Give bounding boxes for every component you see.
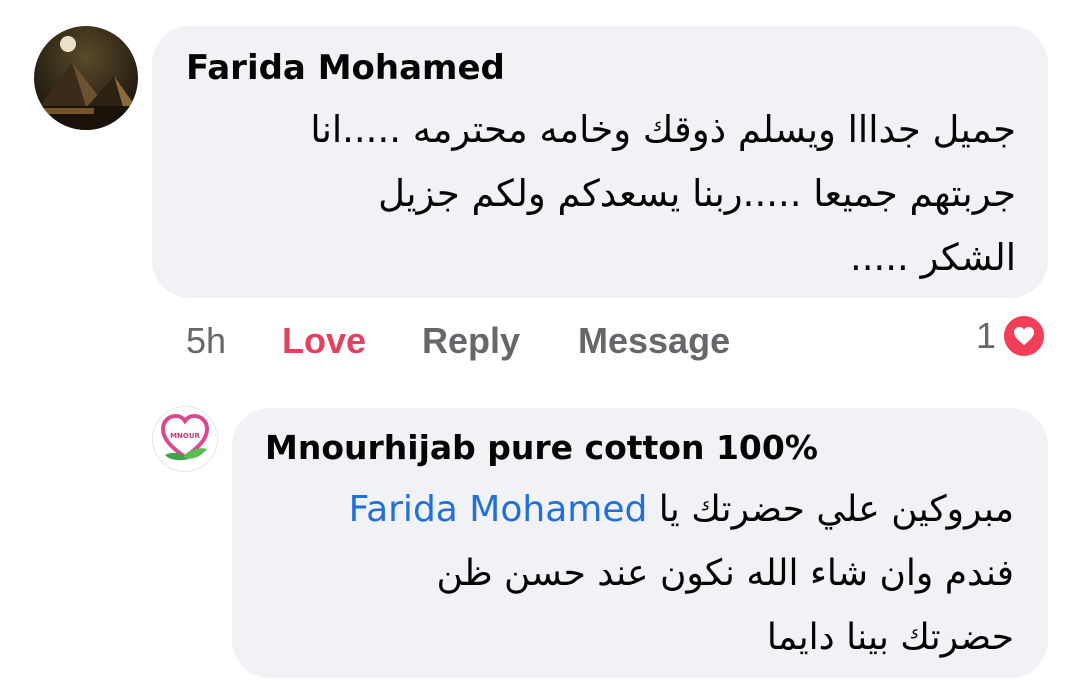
- reply-line: حضرتك بينا دايما: [766, 617, 1014, 658]
- message-button[interactable]: Message: [578, 320, 730, 362]
- comment-timestamp[interactable]: 5h: [186, 320, 226, 362]
- page-avatar[interactable]: MNOUR: [152, 406, 218, 472]
- heart-icon: [1002, 314, 1046, 358]
- comment-author[interactable]: Farida Mohamed: [186, 48, 505, 88]
- reply-line: مبروكين علي حضرتك يا Farida Mohamed: [254, 478, 1014, 542]
- avatar-image: [34, 26, 138, 130]
- reaction-summary[interactable]: 1: [976, 314, 1046, 358]
- comment-line: جربتهم جميعا .....ربنا يسعدكم ولكم جزيل: [378, 172, 1016, 215]
- love-button[interactable]: Love: [282, 320, 366, 362]
- comment-bubble: Farida Mohamed جميل جدااا ويسلم ذوقك وخا…: [152, 26, 1048, 298]
- reply-bubble: Mnourhijab pure cotton 100% مبروكين علي …: [232, 408, 1048, 678]
- comment-line: جميل جدااا ويسلم ذوقك وخامه محترمه .....…: [310, 108, 1016, 151]
- comment-text: جميل جدااا ويسلم ذوقك وخامه محترمه .....…: [196, 98, 1016, 290]
- svg-text:MNOUR: MNOUR: [170, 432, 200, 440]
- mnour-logo-icon: MNOUR: [153, 407, 217, 471]
- reply-author[interactable]: Mnourhijab pure cotton 100%: [265, 428, 818, 467]
- mention-link[interactable]: Farida Mohamed: [349, 489, 648, 530]
- reply-line-text: مبروكين علي حضرتك يا: [658, 489, 1014, 530]
- reply-line: فندم وان شاء الله نكون عند حسن ظن: [436, 553, 1014, 594]
- reaction-count: 1: [975, 315, 996, 356]
- comment-line: الشكر .....: [850, 236, 1016, 279]
- reply-button[interactable]: Reply: [422, 320, 520, 362]
- commenter-avatar[interactable]: [34, 26, 138, 130]
- reply-text: مبروكين علي حضرتك يا Farida Mohamed فندم…: [254, 478, 1014, 670]
